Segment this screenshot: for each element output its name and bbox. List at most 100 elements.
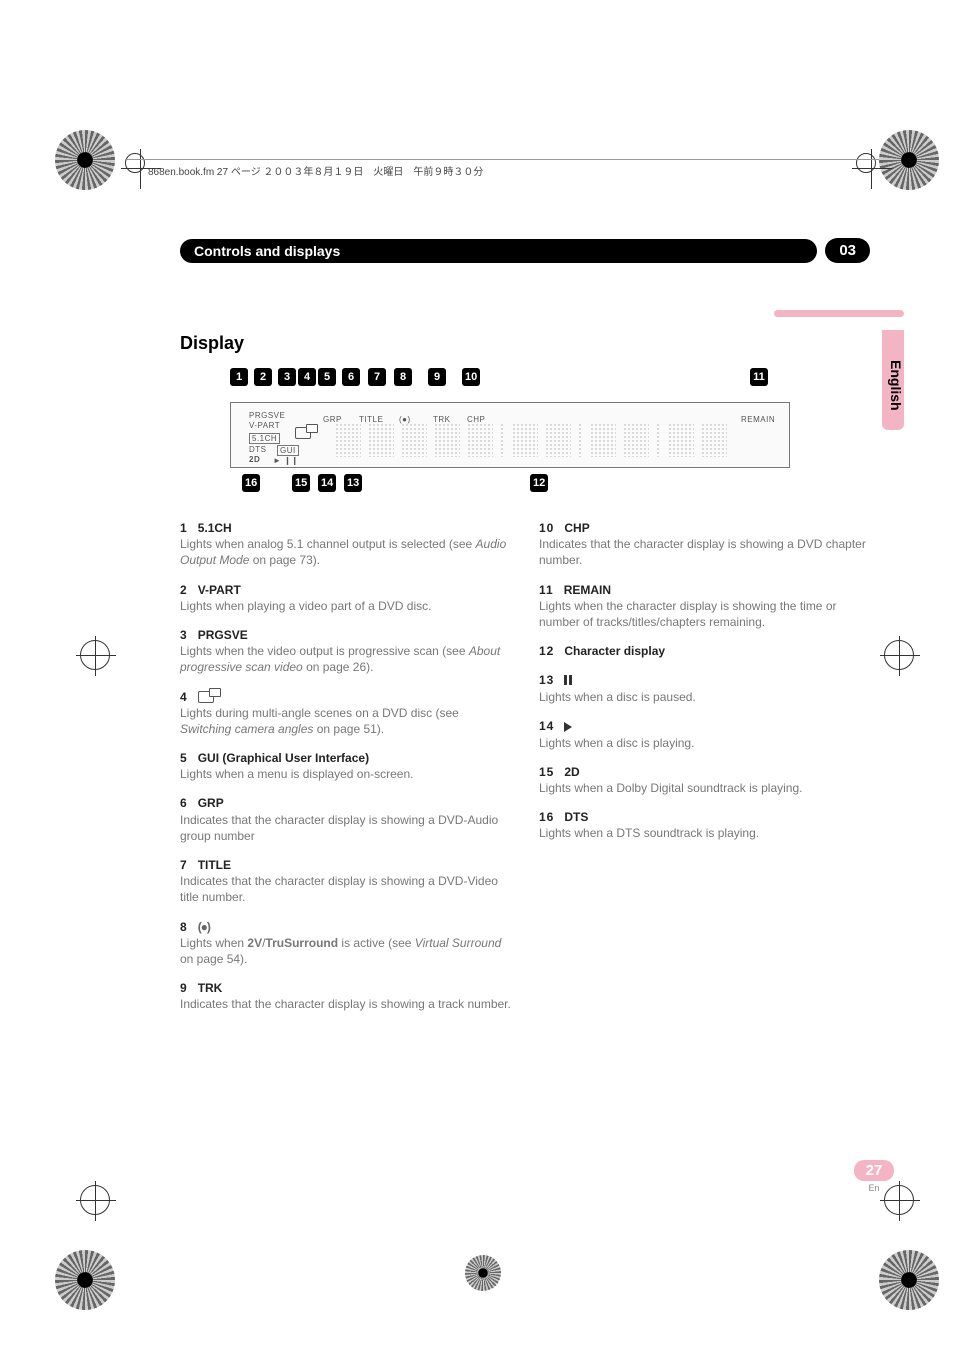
callout-3: 3 xyxy=(278,368,296,386)
callout-13: 13 xyxy=(344,474,362,492)
corner-rosette-bc xyxy=(465,1255,501,1291)
item-number: 14 xyxy=(539,719,554,733)
item-number: 5 xyxy=(180,751,188,765)
item-description: Lights when analog 5.1 channel output is… xyxy=(180,536,511,568)
callout-2: 2 xyxy=(254,368,272,386)
description-columns: 15.1CHLights when analog 5.1 channel out… xyxy=(180,520,870,1026)
item-number: 6 xyxy=(180,796,188,810)
language-tab: English xyxy=(882,330,904,430)
callout-1: 1 xyxy=(230,368,248,386)
right-column: 10CHPIndicates that the character displa… xyxy=(539,520,870,1026)
callout-strip-top: 1 2 3 4 5 6 7 8 9 10 11 xyxy=(230,368,790,398)
item-description: Lights when a disc is paused. xyxy=(539,689,870,705)
chapter-number: 03 xyxy=(825,238,870,263)
callout-16: 16 xyxy=(242,474,260,492)
item-description: Lights when 2V/TruSurround is active (se… xyxy=(180,935,511,967)
item-number: 16 xyxy=(539,810,554,824)
definition-item: 12Character display xyxy=(539,643,870,659)
corner-rosette-bl xyxy=(55,1250,115,1310)
lcd-angle-icon xyxy=(295,427,311,439)
book-header-text: 868en.book.fm 27 ページ ２００３年８月１９日 火曜日 午前９時… xyxy=(148,163,483,178)
lcd-play-icon: ► ❙❙ xyxy=(273,456,299,465)
item-number: 13 xyxy=(539,673,554,687)
lcd-vpart: V-PART xyxy=(249,421,280,430)
item-description: Lights when a disc is playing. xyxy=(539,735,870,751)
callout-11: 11 xyxy=(750,368,768,386)
definition-item: 152DLights when a Dolby Digital soundtra… xyxy=(539,764,870,796)
item-description: Lights when the video output is progress… xyxy=(180,643,511,675)
corner-rosette-tr xyxy=(879,130,939,190)
item-description: Lights when a menu is displayed on-scree… xyxy=(180,766,511,782)
item-description: Indicates that the character display is … xyxy=(180,873,511,905)
definition-item: 11REMAINLights when the character displa… xyxy=(539,582,870,631)
lcd-dd: 2D xyxy=(249,455,260,464)
callout-14: 14 xyxy=(318,474,336,492)
callout-8: 8 xyxy=(394,368,412,386)
callout-strip-bottom: 16 15 14 13 12 xyxy=(230,474,790,496)
item-description: Lights during multi-angle scenes on a DV… xyxy=(180,705,511,737)
item-number: 9 xyxy=(180,981,188,995)
item-number: 4 xyxy=(180,690,188,704)
chapter-title: Controls and displays xyxy=(180,239,817,263)
definition-item: 14 Lights when a disc is playing. xyxy=(539,718,870,750)
item-number: 3 xyxy=(180,628,188,642)
definition-item: 6GRPIndicates that the character display… xyxy=(180,795,511,844)
chapter-bar: Controls and displays 03 xyxy=(180,238,870,263)
registration-mark xyxy=(884,640,914,670)
item-number: 10 xyxy=(539,521,554,535)
corner-rosette-tl xyxy=(55,130,115,190)
registration-mark xyxy=(80,1185,110,1215)
page-number: 27 xyxy=(854,1160,894,1181)
definition-item: 10CHPIndicates that the character displa… xyxy=(539,520,870,569)
definition-item: 5GUI (Graphical User Interface)Lights wh… xyxy=(180,750,511,782)
lcd-dts: DTS xyxy=(249,445,267,454)
lcd-dotmatrix xyxy=(335,423,775,457)
registration-mark xyxy=(80,640,110,670)
left-column: 15.1CHLights when analog 5.1 channel out… xyxy=(180,520,511,1026)
item-description: Lights when playing a video part of a DV… xyxy=(180,598,511,614)
page-badge: 27 En xyxy=(854,1160,894,1193)
item-number: 15 xyxy=(539,765,554,779)
lcd-51ch: 5.1CH xyxy=(249,433,280,444)
item-number: 1 xyxy=(180,521,188,535)
header-rule xyxy=(125,159,879,160)
lcd-prgsve: PRGSVE xyxy=(249,411,285,420)
callout-6: 6 xyxy=(342,368,360,386)
page-lang: En xyxy=(854,1183,894,1193)
definition-item: 9TRKIndicates that the character display… xyxy=(180,980,511,1012)
lcd-panel: PRGSVE V-PART 5.1CH DTS 2D GUI ► ❙❙ GRP … xyxy=(230,402,790,468)
definition-item: 16DTSLights when a DTS soundtrack is pla… xyxy=(539,809,870,841)
item-number: 12 xyxy=(539,644,554,658)
definition-item: 15.1CHLights when analog 5.1 channel out… xyxy=(180,520,511,569)
lcd-gui: GUI xyxy=(277,445,299,456)
item-description: Indicates that the character display is … xyxy=(539,536,870,568)
callout-10: 10 xyxy=(462,368,480,386)
callout-12: 12 xyxy=(530,474,548,492)
definition-item: 4Lights during multi-angle scenes on a D… xyxy=(180,689,511,738)
item-description: Indicates that the character display is … xyxy=(180,812,511,844)
definition-item: 7TITLEIndicates that the character displ… xyxy=(180,857,511,906)
definition-item: 3PRGSVELights when the video output is p… xyxy=(180,627,511,676)
play-icon xyxy=(564,722,572,732)
display-diagram: 1 2 3 4 5 6 7 8 9 10 11 PRGSVE V-PART 5.… xyxy=(230,368,790,496)
section-title: Display xyxy=(180,333,870,354)
item-description: Lights when a Dolby Digital soundtrack i… xyxy=(539,780,870,796)
registration-mark xyxy=(856,153,876,173)
callout-15: 15 xyxy=(292,474,310,492)
callout-4: 4 xyxy=(298,368,316,386)
definition-item: 2V-PARTLights when playing a video part … xyxy=(180,582,511,614)
corner-rosette-br xyxy=(879,1250,939,1310)
definition-item: 13 Lights when a disc is paused. xyxy=(539,672,870,705)
item-number: 8 xyxy=(180,920,188,934)
item-description: Lights when a DTS soundtrack is playing. xyxy=(539,825,870,841)
callout-7: 7 xyxy=(368,368,386,386)
item-number: 11 xyxy=(539,583,554,597)
virtual-surround-icon: (●) xyxy=(198,920,210,934)
angle-icon xyxy=(295,427,311,439)
registration-mark xyxy=(125,153,145,173)
item-description: Indicates that the character display is … xyxy=(180,996,511,1012)
item-number: 2 xyxy=(180,583,188,597)
callout-5: 5 xyxy=(318,368,336,386)
definition-item: 8 (●)Lights when 2V/TruSurround is active… xyxy=(180,919,511,968)
multiangle-icon xyxy=(198,691,214,703)
